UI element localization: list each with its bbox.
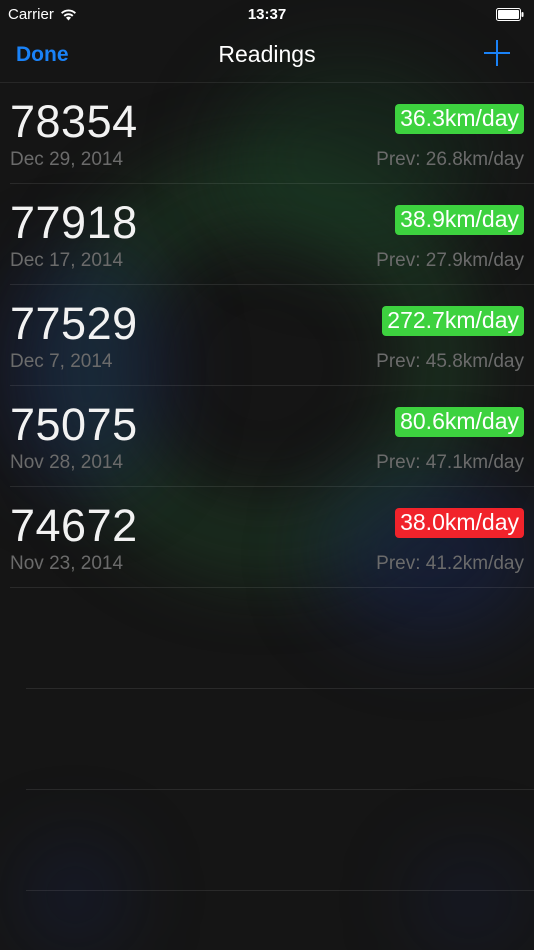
previous-rate: Prev: 45.8km/day xyxy=(376,351,524,372)
empty-row xyxy=(26,588,534,689)
page-title: Readings xyxy=(218,41,316,67)
rate-badge: 80.6km/day xyxy=(395,407,524,437)
navigation-bar: Done Readings xyxy=(0,30,534,83)
reading-date: Dec 7, 2014 xyxy=(10,351,113,372)
status-bar: Carrier 13:37 xyxy=(0,0,534,30)
readings-list: 78354 Dec 29, 2014 36.3km/day Prev: 26.8… xyxy=(0,83,534,891)
reading-row[interactable]: 78354 Dec 29, 2014 36.3km/day Prev: 26.8… xyxy=(10,83,534,184)
rate-badge: 38.9km/day xyxy=(395,205,524,235)
reading-date: Dec 29, 2014 xyxy=(10,149,124,170)
reading-row[interactable]: 74672 Nov 23, 2014 38.0km/day Prev: 41.2… xyxy=(10,487,534,588)
odometer-reading: 77529 xyxy=(10,298,138,349)
rate-badge: 272.7km/day xyxy=(382,306,524,336)
odometer-reading: 78354 xyxy=(10,96,138,147)
reading-date: Dec 17, 2014 xyxy=(10,250,124,271)
reading-row[interactable]: 75075 Nov 28, 2014 80.6km/day Prev: 47.1… xyxy=(10,386,534,487)
odometer-reading: 75075 xyxy=(10,399,138,450)
previous-rate: Prev: 47.1km/day xyxy=(376,452,524,473)
previous-rate: Prev: 26.8km/day xyxy=(376,149,524,170)
previous-rate: Prev: 41.2km/day xyxy=(376,553,524,574)
reading-date: Nov 23, 2014 xyxy=(10,553,124,574)
rate-badge: 38.0km/day xyxy=(395,508,524,538)
battery-icon xyxy=(496,8,524,21)
odometer-reading: 77918 xyxy=(10,197,138,248)
reading-row[interactable]: 77529 Dec 7, 2014 272.7km/day Prev: 45.8… xyxy=(10,285,534,386)
empty-row xyxy=(26,790,534,891)
plus-icon[interactable] xyxy=(484,40,510,66)
reading-row[interactable]: 77918 Dec 17, 2014 38.9km/day Prev: 27.9… xyxy=(10,184,534,285)
rate-badge: 36.3km/day xyxy=(395,104,524,134)
status-time: 13:37 xyxy=(247,6,287,23)
reading-date: Nov 28, 2014 xyxy=(10,452,124,473)
empty-row xyxy=(26,689,534,790)
odometer-reading: 74672 xyxy=(10,500,138,551)
previous-rate: Prev: 27.9km/day xyxy=(376,250,524,271)
